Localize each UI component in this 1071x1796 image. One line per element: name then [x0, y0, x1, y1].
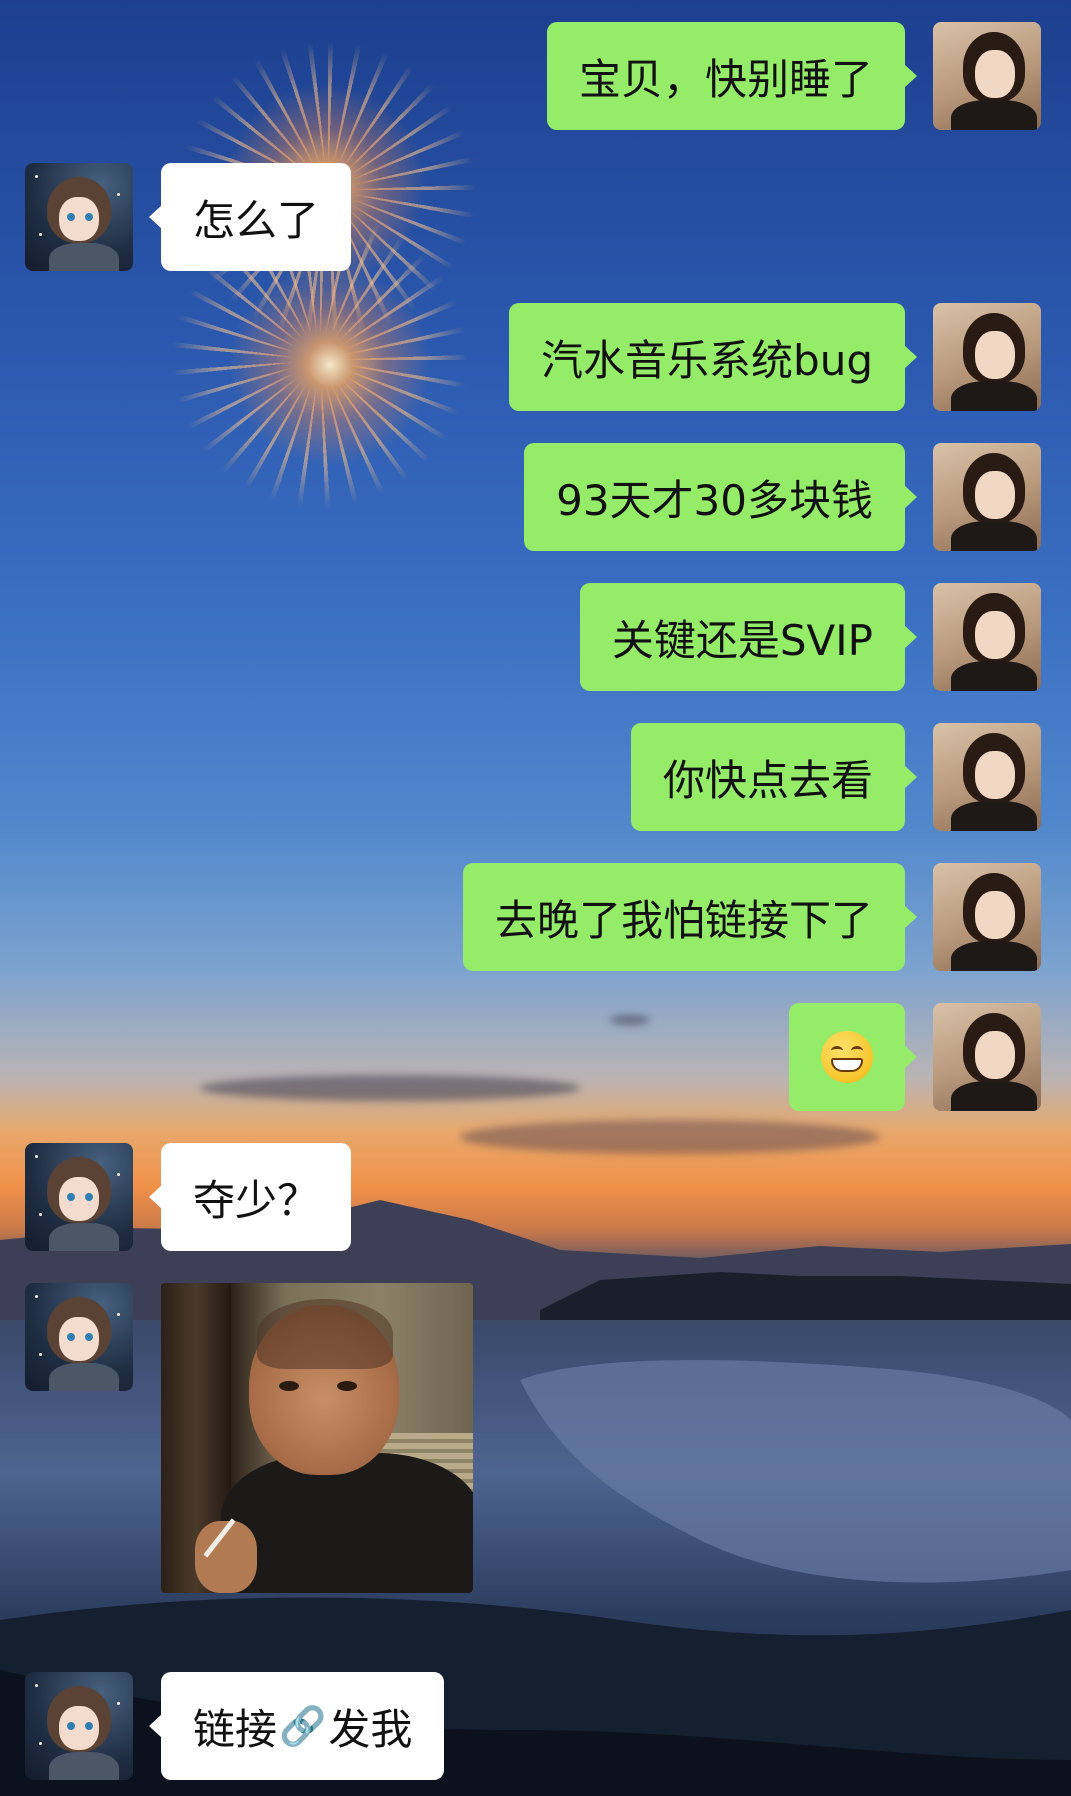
received-message-bubble[interactable]: 夺少？	[148, 1143, 352, 1251]
message-text: 发我	[328, 1704, 413, 1754]
message-row: 关键还是SVIP	[579, 583, 1071, 691]
contact-avatar[interactable]	[25, 1283, 133, 1391]
grinning-face-emoji	[821, 1031, 873, 1083]
received-message-bubble[interactable]: 链接 🔗 发我	[148, 1672, 445, 1780]
my-avatar[interactable]	[933, 22, 1041, 130]
sent-message-bubble[interactable]: 你快点去看	[630, 723, 918, 831]
cloud	[460, 1120, 880, 1154]
message-row: 怎么了	[0, 163, 352, 271]
message-row: 夺少？	[0, 1143, 352, 1251]
message-row: 宝贝，快别睡了	[546, 22, 1071, 130]
contact-avatar[interactable]	[25, 163, 133, 271]
received-message-bubble[interactable]: 怎么了	[148, 163, 352, 271]
my-avatar[interactable]	[933, 303, 1041, 411]
sent-message-bubble[interactable]: 关键还是SVIP	[579, 583, 918, 691]
my-avatar[interactable]	[933, 723, 1041, 831]
message-row	[0, 1283, 473, 1593]
sent-message-bubble[interactable]: 93天才30多块钱	[524, 443, 917, 551]
sent-message-bubble[interactable]: 宝贝，快别睡了	[546, 22, 918, 130]
contact-avatar[interactable]	[25, 1672, 133, 1780]
sent-message-bubble[interactable]: 汽水音乐系统bug	[509, 303, 917, 411]
sent-emoji-bubble[interactable]	[789, 1003, 917, 1111]
message-row: 93天才30多块钱	[524, 443, 1071, 551]
message-row	[789, 1003, 1071, 1111]
link-icon: 🔗	[279, 1703, 327, 1748]
firework-lower	[215, 250, 445, 480]
my-avatar[interactable]	[933, 443, 1041, 551]
cloud	[610, 1015, 650, 1025]
sent-message-bubble[interactable]: 去晚了我怕链接下了	[462, 863, 918, 971]
cloud	[200, 1075, 580, 1101]
message-row: 汽水音乐系统bug	[509, 303, 1071, 411]
my-avatar[interactable]	[933, 1003, 1041, 1111]
meme-sticker-image[interactable]	[161, 1283, 473, 1593]
message-row: 你快点去看	[630, 723, 1071, 831]
message-row: 去晚了我怕链接下了	[462, 863, 1071, 971]
my-avatar[interactable]	[933, 583, 1041, 691]
my-avatar[interactable]	[933, 863, 1041, 971]
message-text: 链接	[193, 1704, 278, 1754]
contact-avatar[interactable]	[25, 1143, 133, 1251]
message-row: 链接 🔗 发我	[0, 1672, 445, 1780]
